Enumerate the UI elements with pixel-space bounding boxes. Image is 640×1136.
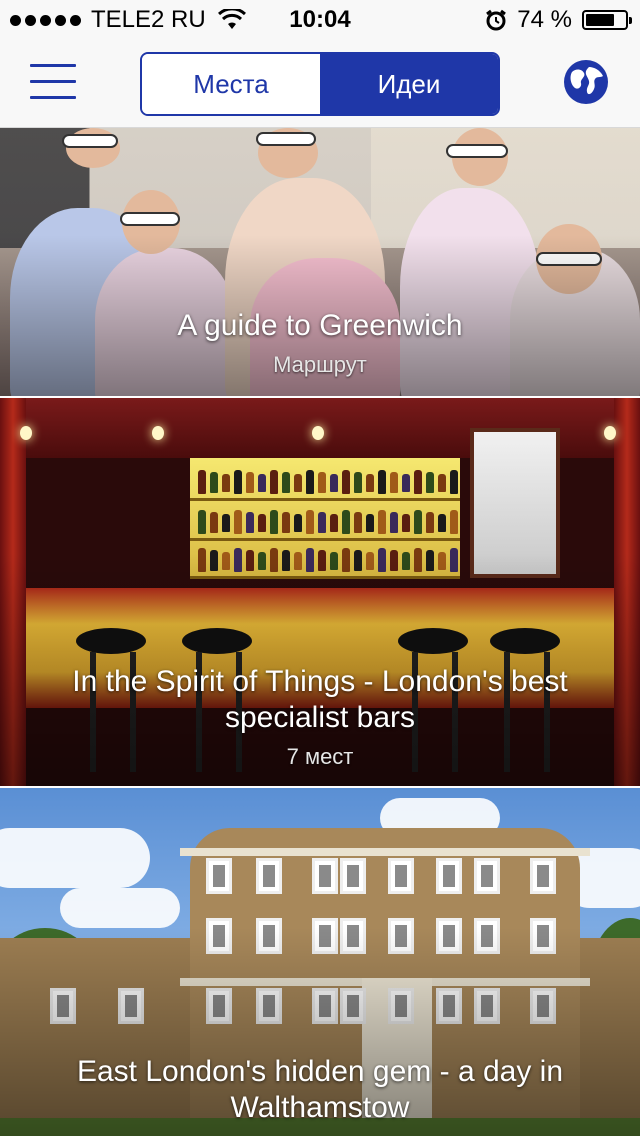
card-title: In the Spirit of Things - London's best … xyxy=(72,665,568,734)
card-subtitle: Маршрут xyxy=(273,352,367,377)
menu-button[interactable] xyxy=(30,64,78,100)
idea-card-greenwich[interactable]: A guide to Greenwich Маршрут xyxy=(0,128,640,398)
status-right: 74 % xyxy=(485,6,632,34)
battery-percent: 74 % xyxy=(517,6,572,33)
status-bar: TELE2 RU 10:04 74 % xyxy=(0,0,640,40)
segmented-control: Места Идеи xyxy=(140,52,500,116)
battery-level xyxy=(586,14,614,26)
battery-icon xyxy=(582,10,632,30)
card-subtitle: 7 мест xyxy=(286,744,354,769)
card-title: East London's hidden gem - a day in Walt… xyxy=(76,1055,564,1124)
idea-card-bars[interactable]: In the Spirit of Things - London's best … xyxy=(0,398,640,788)
card-caption: East London's hidden gem - a day in Walt… xyxy=(20,1054,620,1126)
tab-ideas[interactable]: Идеи xyxy=(320,54,498,114)
ideas-feed: A guide to Greenwich Маршрут In the Spir… xyxy=(0,128,640,1136)
navigation-bar: Места Идеи xyxy=(0,40,640,128)
alarm-clock-icon xyxy=(486,9,507,31)
tab-places[interactable]: Места xyxy=(142,54,320,114)
idea-card-walthamstow[interactable]: East London's hidden gem - a day in Walt… xyxy=(0,788,640,1136)
app-screen: TELE2 RU 10:04 74 % Места Идеи A guide t… xyxy=(0,0,640,1136)
card-title: A guide to Greenwich xyxy=(177,309,463,342)
card-caption: In the Spirit of Things - London's best … xyxy=(20,664,620,770)
card-caption: A guide to Greenwich Маршрут xyxy=(20,308,620,378)
globe-icon[interactable] xyxy=(562,58,610,106)
